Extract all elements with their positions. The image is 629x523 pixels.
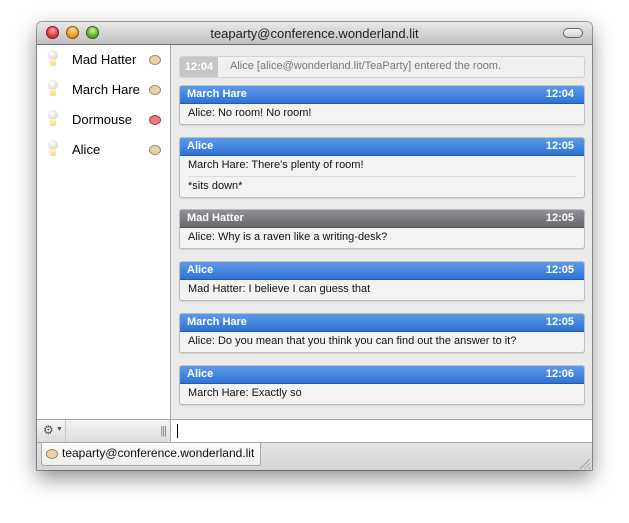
message-block: Alice 12:05 March Hare: There's plenty o… (179, 137, 585, 198)
message-header: Alice 12:05 (180, 138, 584, 156)
message-block: Alice 12:06 March Hare: Exactly so (179, 365, 585, 405)
participant-item[interactable]: March Hare (37, 75, 170, 105)
tab-bar: teaparty@conference.wonderland.lit (37, 442, 592, 470)
splitter-grip-icon[interactable]: ||| (160, 425, 167, 437)
divider (65, 420, 66, 442)
message-text: Alice: Why is a raven like a writing-des… (188, 231, 388, 243)
participant-name: Dormouse (72, 112, 132, 127)
participant-name: March Hare (72, 82, 140, 97)
message-time: 12:05 (545, 140, 574, 152)
message-block: March Hare 12:05 Alice: Do you mean that… (179, 313, 585, 353)
message-time: 12:05 (545, 212, 574, 224)
chat-window: teaparty@conference.wonderland.lit Mad H… (37, 22, 592, 470)
lightbulb-icon (47, 80, 59, 98)
message-text: Mad Hatter: I believe I can guess that (188, 283, 371, 295)
message-text: Alice: No room! No room! (188, 107, 312, 119)
message-input-area[interactable] (171, 419, 592, 444)
message-time: 12:05 (545, 316, 574, 328)
message-sender: Alice (187, 368, 214, 380)
participant-name: Alice (72, 142, 101, 157)
message-text: Alice: Do you mean that you think you ca… (188, 335, 517, 347)
message-sender: Alice (187, 140, 214, 152)
message-header: March Hare 12:04 (180, 86, 584, 104)
speech-bubble-icon (149, 145, 161, 155)
message-sender: Alice (187, 264, 214, 276)
message-text: *sits down* (188, 176, 576, 197)
participant-item[interactable]: Alice (37, 135, 170, 165)
sidebar-action-bar: ⚙ ▼ ||| (37, 419, 171, 442)
message-block: Alice 12:05 Mad Hatter: I believe I can … (179, 261, 585, 301)
lightbulb-icon (47, 110, 59, 128)
message-block: March Hare 12:04 Alice: No room! No room… (179, 85, 585, 125)
message-sender: March Hare (187, 88, 247, 100)
message-input[interactable] (171, 420, 592, 444)
text-cursor (177, 424, 178, 438)
title-bar[interactable]: teaparty@conference.wonderland.lit (37, 22, 592, 45)
tab-label: teaparty@conference.wonderland.lit (62, 446, 255, 460)
speech-bubble-icon (149, 85, 161, 95)
gear-icon[interactable]: ⚙ (43, 423, 54, 437)
message-header: Alice 12:06 (180, 366, 584, 384)
speech-bubble-icon (46, 449, 58, 459)
chat-transcript[interactable]: 12:04 Alice [alice@wonderland.lit/TeaPar… (171, 45, 592, 419)
lightbulb-icon (47, 140, 59, 158)
message-text: March Hare: There's plenty of room! (188, 159, 364, 171)
message-header: Alice 12:05 (180, 262, 584, 280)
message-sender: March Hare (187, 316, 247, 328)
speech-bubble-icon (149, 55, 161, 65)
participant-item[interactable]: Dormouse (37, 105, 170, 135)
message-time: 12:05 (545, 264, 574, 276)
message-time: 12:06 (545, 368, 574, 380)
system-message: 12:04 Alice [alice@wonderland.lit/TeaPar… (179, 56, 585, 78)
message-header: March Hare 12:05 (180, 314, 584, 332)
participant-item[interactable]: Mad Hatter (37, 45, 170, 75)
message-block: Mad Hatter 12:05 Alice: Why is a raven l… (179, 209, 585, 249)
message-header: Mad Hatter 12:05 (180, 210, 584, 228)
speech-bubble-icon (149, 115, 161, 125)
window-title: teaparty@conference.wonderland.lit (210, 26, 419, 41)
toolbar-toggle-button[interactable] (563, 28, 583, 38)
resize-grip-icon[interactable] (579, 458, 590, 469)
lightbulb-icon (47, 50, 59, 68)
system-message-text: Alice [alice@wonderland.lit/TeaParty] en… (230, 60, 502, 72)
participant-name: Mad Hatter (72, 52, 137, 67)
system-message-time: 12:04 (180, 57, 218, 77)
message-text: March Hare: Exactly so (188, 387, 302, 399)
chevron-down-icon[interactable]: ▼ (56, 426, 63, 433)
participant-list: Mad Hatter March Hare Dormouse Alice (37, 45, 171, 419)
message-time: 12:04 (545, 88, 574, 100)
tab-teaparty[interactable]: teaparty@conference.wonderland.lit (41, 443, 262, 466)
message-sender: Mad Hatter (187, 212, 244, 224)
